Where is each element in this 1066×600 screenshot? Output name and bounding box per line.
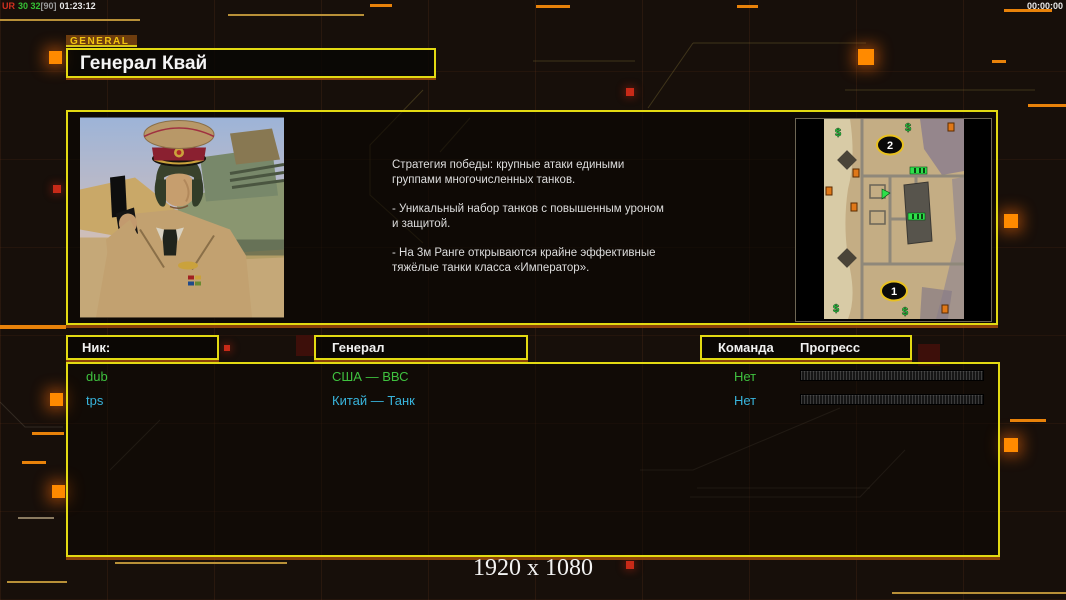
player-general: США — ВВС [332,369,409,384]
player-nick[interactable]: tps [86,393,103,408]
page-title: Генерал Квай [66,48,436,78]
start-position-1: 1 [890,286,896,298]
deco-dash [370,4,392,7]
minimap-image: $ $ $ $ 2 1 [823,119,964,319]
deco-orange-square [1004,214,1018,228]
deco-dash [737,5,758,8]
player-progress-bar [800,394,984,405]
description-paragraph: Стратегия победы: крупные атаки едиными … [392,159,625,186]
deco-orange-square [858,49,874,65]
supply-dollar-icon: $ [904,122,910,134]
deco-line [892,592,1066,594]
tab-general: GENERAL [66,35,137,47]
supply-dollar-icon: $ [834,127,840,139]
description-paragraph: - На 3м Ранге открываются крайне эффекти… [392,247,656,274]
players-list-panel: dub США — ВВС Нет tps Китай — Танк Нет [66,362,1000,557]
resolution-label: 1920 x 1080 [473,555,593,581]
deco-red-square [53,185,61,193]
deco-orange-square [52,485,65,498]
stats-fps: 30 32 [18,1,41,11]
stats-bracket: [90] [40,1,57,11]
description-paragraph: - Уникальный набор танков с повышенным у… [392,203,664,230]
header-general: Генерал [314,335,528,360]
deco-orange-square [50,393,63,406]
deco-line [228,14,364,16]
deco-dash [32,432,64,435]
player-progress-bar [800,370,984,381]
player-nick[interactable]: dub [86,369,108,384]
stats-clock: 01:23:12 [59,1,96,11]
header-nick: Ник: [66,335,219,360]
stats-overlay: UR 30 32[90] 01:23:12 [2,1,99,11]
deco-line [0,19,140,21]
general-description: Стратегия победы: крупные атаки едиными … [392,158,722,290]
map-preview: $ $ $ $ 2 1 [795,118,992,322]
deco-red-square [626,88,634,96]
header-team: Команда [718,340,774,355]
supply-dollar-icon: $ [832,303,838,315]
general-info-panel: Стратегия победы: крупные атаки едиными … [66,110,998,325]
general-portrait-image [80,117,285,318]
player-general: Китай — Танк [332,393,415,408]
supply-dollar-icon: $ [901,306,907,318]
screen-general-select: { "overlay": { "stats": { "ur": "UR", "f… [0,0,1066,600]
deco-dash [1010,419,1046,422]
deco-orange-square [49,51,62,64]
deco-dash [536,5,570,8]
deco-dash [0,325,66,329]
stats-ur: UR [2,1,15,11]
player-team: Нет [734,393,757,408]
header-progress: Прогресс [800,340,861,355]
player-team: Нет [734,369,757,384]
header-team-progress: Команда Прогресс [700,335,912,360]
deco-line [18,517,54,519]
deco-dash [1028,104,1066,107]
start-position-2: 2 [886,140,892,152]
deco-dash [992,60,1006,63]
match-timer: 00:00:00 [1026,1,1063,11]
deco-red-square [224,345,230,351]
deco-orange-square [1004,438,1018,452]
deco-dash [22,461,46,464]
